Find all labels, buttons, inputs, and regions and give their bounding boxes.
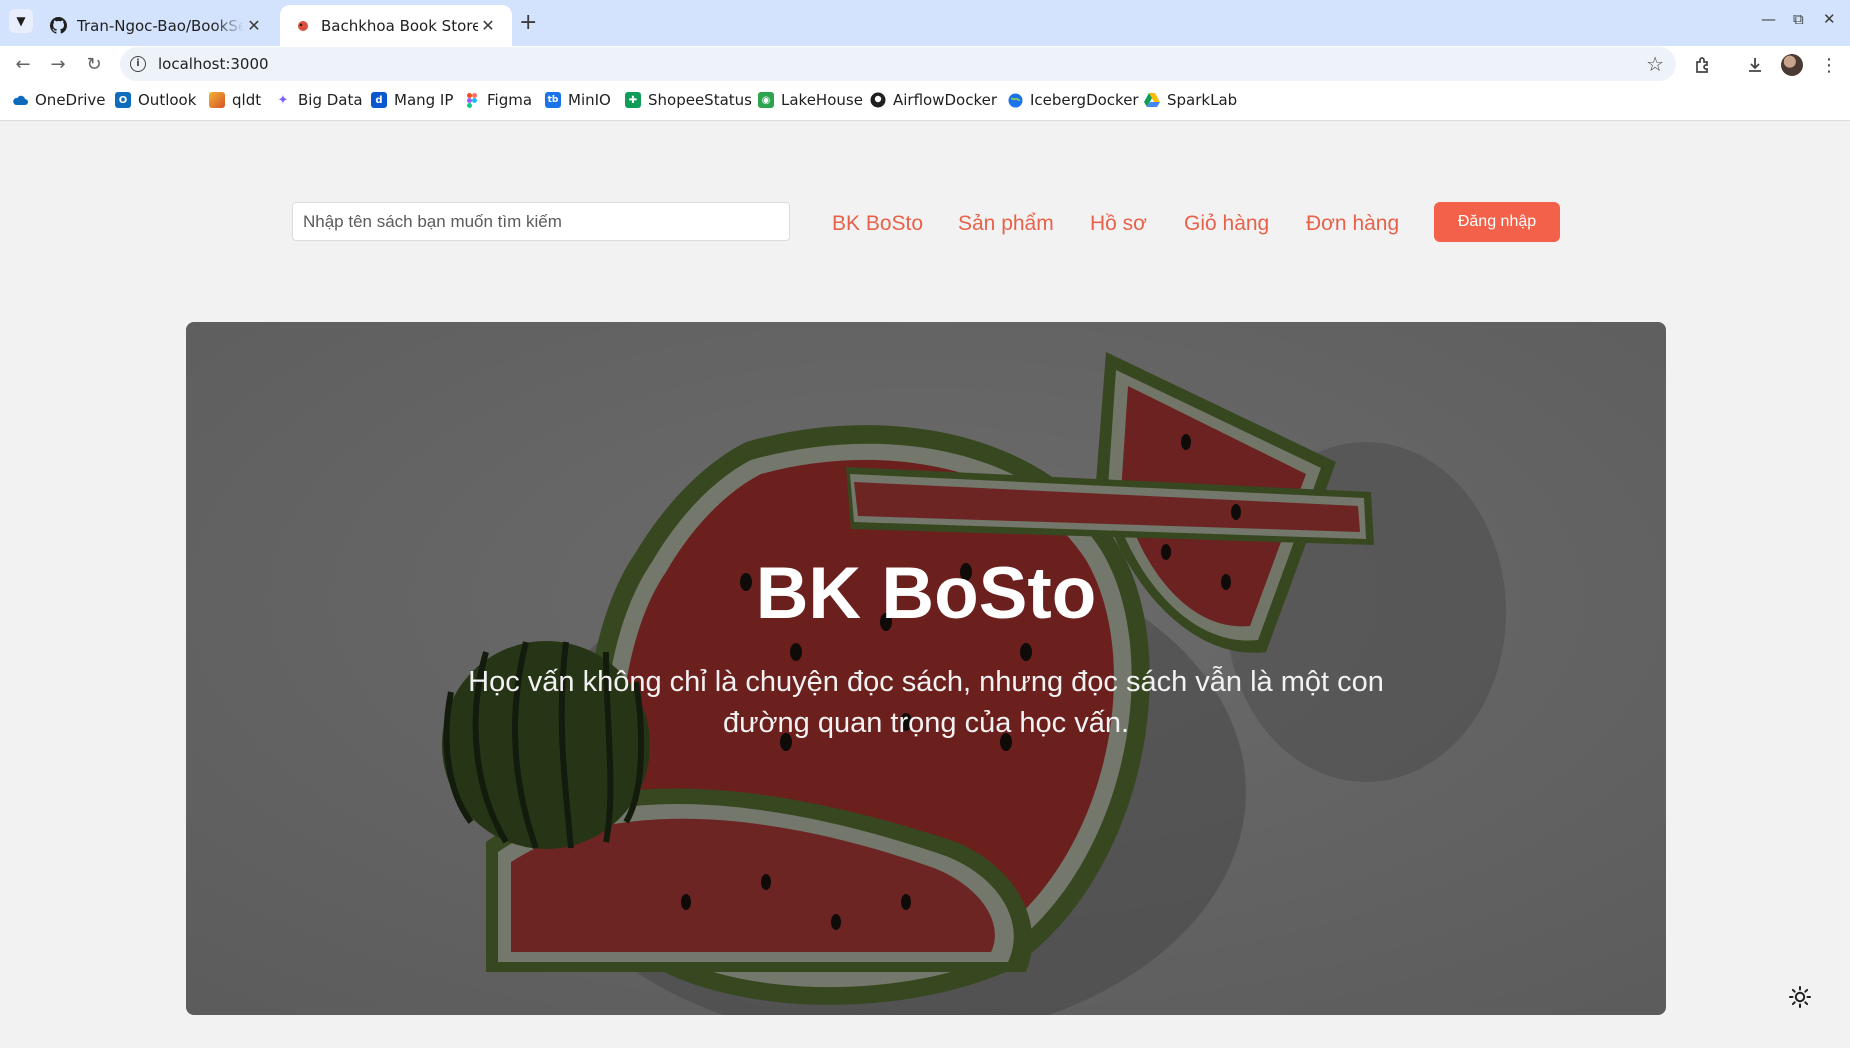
reload-icon[interactable]: ↻: [82, 52, 106, 76]
bookmark-outlook[interactable]: O Outlook: [115, 91, 196, 109]
back-arrow-icon[interactable]: ←: [11, 52, 35, 76]
browser-toolbar: ← → ↻ i localhost:3000 ☆ ⋮: [0, 46, 1850, 82]
figma-icon: [464, 92, 480, 108]
bookmark-mang-ip[interactable]: d Mang IP: [371, 91, 453, 109]
restore-icon[interactable]: ⧉: [1793, 10, 1804, 28]
qldt-icon: [209, 92, 225, 108]
onedrive-icon: [12, 92, 28, 108]
close-icon[interactable]: ✕: [244, 16, 264, 35]
close-window-icon[interactable]: ✕: [1823, 10, 1836, 28]
bookmark-star-icon[interactable]: ☆: [1646, 52, 1664, 76]
nav-link-products[interactable]: Sản phẩm: [958, 212, 1054, 236]
browser-tab-bookstore[interactable]: Bachkhoa Book Store ✕: [280, 5, 512, 46]
extensions-puzzle-icon[interactable]: [1690, 52, 1716, 78]
hero-quote: Học vấn không chỉ là chuyện đọc sách, nh…: [468, 666, 1384, 739]
minimize-icon[interactable]: —: [1761, 10, 1776, 28]
nav-link-cart[interactable]: Giỏ hàng: [1184, 212, 1269, 236]
browser-tab-github[interactable]: Tran-Ngoc-Bao/BookSell ✕: [36, 5, 278, 46]
github-icon: [870, 92, 886, 108]
nav-link-orders[interactable]: Đơn hàng: [1306, 212, 1399, 236]
bookmark-sparklab[interactable]: SparkLab: [1144, 91, 1237, 109]
browser-tab-strip: ▼ Tran-Ngoc-Bao/BookSell ✕ Bachkhoa Book…: [0, 0, 1850, 46]
bookmark-qldt[interactable]: qldt: [209, 91, 261, 109]
bookmark-airflowdocker[interactable]: AirflowDocker: [870, 91, 997, 109]
new-tab-plus-icon[interactable]: +: [519, 10, 537, 35]
d-icon: d: [371, 92, 387, 108]
globe-icon: [1007, 92, 1023, 108]
theme-toggle-sun-icon[interactable]: [1786, 983, 1814, 1011]
profile-avatar[interactable]: [1781, 54, 1803, 76]
address-url[interactable]: localhost:3000: [158, 55, 269, 73]
site-info-icon[interactable]: i: [130, 56, 146, 72]
sheets-icon: ✚: [625, 92, 641, 108]
outlook-icon: O: [115, 92, 131, 108]
login-button[interactable]: Đăng nhập: [1434, 202, 1560, 242]
tab-search-button[interactable]: ▼: [9, 9, 33, 33]
drive-icon: [1144, 92, 1160, 108]
github-icon: [50, 17, 67, 34]
hero-banner: BK BoSto Học vấn không chỉ là chuyện đọc…: [186, 322, 1666, 1015]
sparkle-icon: ✦: [277, 92, 289, 108]
bookmark-icebergdocker[interactable]: IcebergDocker: [1007, 91, 1139, 109]
bookmark-figma[interactable]: Figma: [464, 91, 532, 109]
address-bar[interactable]: i localhost:3000 ☆: [120, 47, 1676, 81]
chevron-down-icon: ▼: [16, 14, 26, 28]
bookmark-lakehouse[interactable]: ◉ LakeHouse: [758, 91, 863, 109]
tab-title: Bachkhoa Book Store: [321, 16, 478, 35]
bookmark-shopeestatus[interactable]: ✚ ShopeeStatus: [625, 91, 752, 109]
bookmarks-bar: OneDrive O Outlook qldt ✦ Big Data d Man…: [0, 82, 1850, 121]
bookmark-big-data[interactable]: ✦ Big Data: [275, 91, 363, 109]
tab-title: Tran-Ngoc-Bao/BookSell: [77, 16, 244, 35]
site-favicon-icon: [294, 17, 311, 34]
lakehouse-icon: ◉: [758, 92, 774, 108]
book-search-input[interactable]: [292, 202, 790, 241]
nav-link-home[interactable]: BK BoSto: [832, 212, 923, 236]
download-icon[interactable]: [1742, 52, 1768, 78]
more-vertical-icon[interactable]: ⋮: [1816, 52, 1842, 78]
close-icon[interactable]: ✕: [478, 16, 498, 35]
bookmark-onedrive[interactable]: OneDrive: [12, 91, 106, 109]
bookmark-minio[interactable]: tb MinIO: [545, 91, 611, 109]
tb-icon: tb: [545, 92, 561, 108]
hero-title: BK BoSto: [755, 553, 1097, 634]
forward-arrow-icon[interactable]: →: [46, 52, 70, 76]
nav-link-profile[interactable]: Hồ sơ: [1090, 212, 1147, 236]
